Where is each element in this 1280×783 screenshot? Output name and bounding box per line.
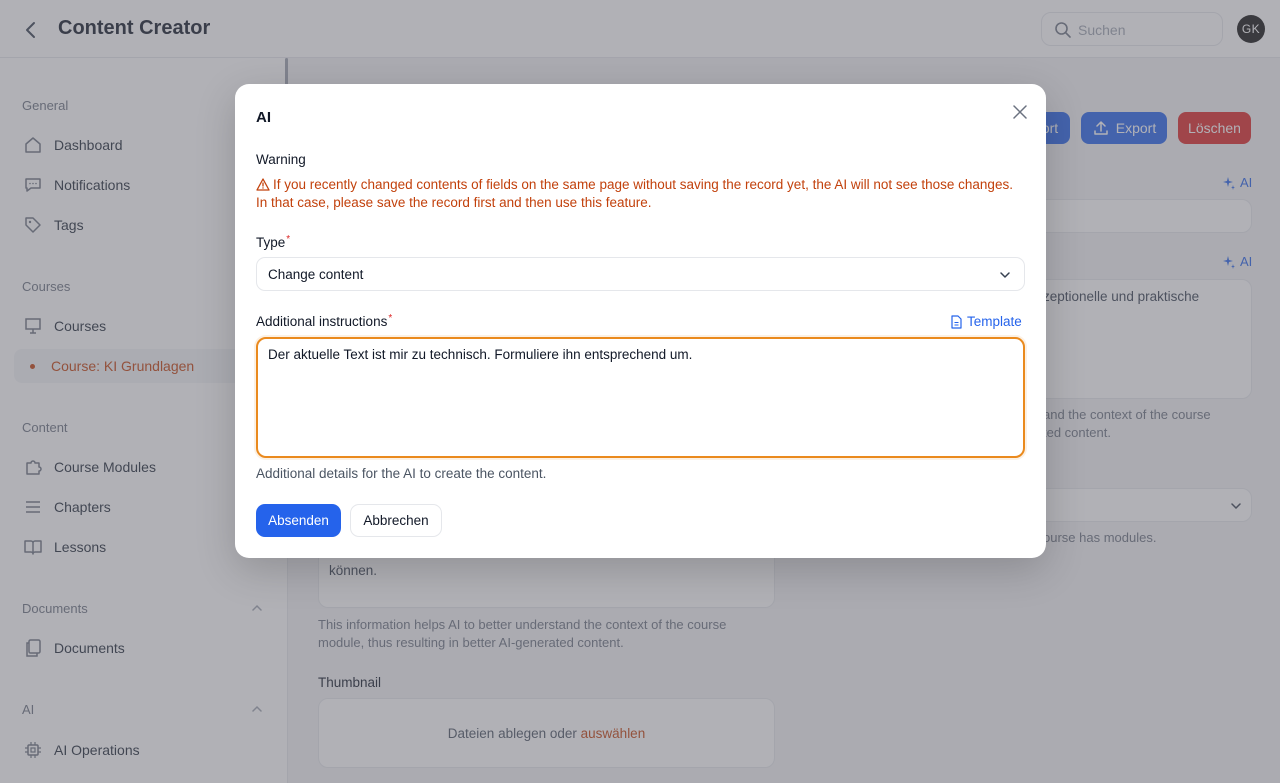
cancel-button[interactable]: Abbrechen — [350, 504, 442, 537]
type-select[interactable]: Change content — [256, 257, 1025, 291]
required-marker: * — [286, 234, 291, 245]
instructions-label-text: Additional instructions — [256, 314, 388, 329]
warning-text: If you recently changed contents of fiel… — [256, 177, 1013, 210]
ai-modal: AI Warning If you recently changed conte… — [235, 84, 1046, 558]
required-marker: * — [388, 313, 393, 324]
modal-title: AI — [256, 109, 271, 126]
document-icon — [951, 314, 962, 329]
close-icon — [1013, 105, 1027, 119]
type-label-text: Type — [256, 235, 286, 250]
type-label: Type* — [256, 234, 290, 250]
instructions-help-text: Additional details for the AI to create … — [256, 466, 547, 481]
instructions-label: Additional instructions* — [256, 313, 392, 329]
warning-message: If you recently changed contents of fiel… — [256, 176, 1026, 212]
chevron-down-icon — [1000, 272, 1010, 278]
type-select-value: Change content — [268, 267, 364, 282]
instructions-textarea[interactable]: Der aktuelle Text ist mir zu technisch. … — [256, 337, 1025, 458]
warning-triangle-icon — [256, 178, 270, 191]
template-link[interactable]: Template — [950, 314, 1022, 329]
template-link-label: Template — [967, 314, 1022, 329]
warning-title: Warning — [256, 152, 306, 167]
submit-button[interactable]: Absenden — [256, 504, 341, 537]
close-button[interactable] — [1009, 101, 1031, 123]
